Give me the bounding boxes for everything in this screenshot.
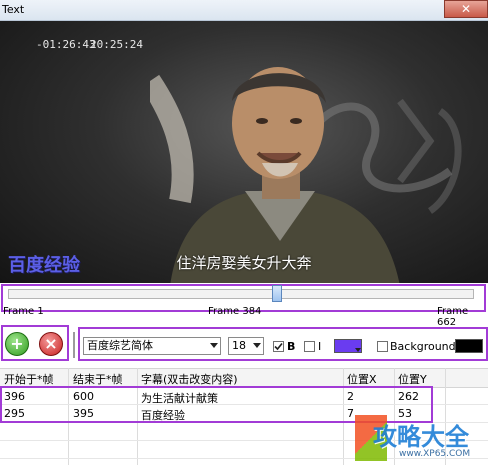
window-title: Text: [2, 3, 25, 16]
add-subtitle-button[interactable]: +: [5, 332, 29, 356]
toolbar-separator: [73, 332, 75, 358]
column-header-pos-y[interactable]: 位置Y: [398, 371, 427, 387]
frame-start-label: Frame 1: [3, 306, 44, 317]
column-header-pos-x[interactable]: 位置X: [347, 371, 377, 387]
watermark-url: www.XP65.COM: [399, 449, 471, 459]
seek-thumb[interactable]: [272, 285, 283, 302]
timecode-clock: 20:25:24: [90, 38, 143, 51]
font-family-value: 百度综艺简体: [87, 339, 153, 352]
subtitle-table-header: 开始于*帧 结束于*帧 字幕(双击改变内容) 位置X 位置Y: [0, 368, 488, 388]
frame-end-label: Frame 662: [437, 306, 469, 328]
font-family-select[interactable]: 百度综艺简体: [83, 337, 221, 355]
column-header-text[interactable]: 字幕(双击改变内容): [141, 371, 238, 387]
frame-current-label: Frame 384: [208, 306, 262, 317]
seek-track[interactable]: [8, 289, 474, 299]
x-icon: ×: [44, 334, 58, 353]
font-size-value: 18: [232, 339, 246, 352]
watermark-text: 攻略大全: [373, 423, 469, 451]
close-window-button[interactable]: ✕: [444, 0, 488, 18]
column-header-end[interactable]: 结束于*帧: [73, 371, 123, 387]
speaker-figure: [150, 67, 400, 283]
bold-checkbox[interactable]: [273, 341, 284, 352]
timecode-elapsed: -01:26:43: [36, 38, 96, 51]
italic-label: I: [318, 340, 322, 353]
italic-checkbox[interactable]: [304, 341, 315, 352]
chevron-down-icon: [253, 343, 261, 348]
column-header-start[interactable]: 开始于*帧: [4, 371, 54, 387]
watermark: 攻略大全 www.XP65.COM: [355, 409, 488, 465]
delete-subtitle-button[interactable]: ×: [39, 332, 63, 356]
title-bar: Text ✕: [0, 0, 488, 21]
chevron-down-icon: [210, 343, 218, 348]
subtitle-overlay-text: 百度经验: [8, 255, 80, 276]
font-size-select[interactable]: 18: [228, 337, 264, 355]
bold-label: B: [287, 340, 296, 353]
chevron-down-icon: [355, 348, 361, 352]
video-preview: -01:26:43 20:25:24 住洋房娶美女升大奔 百度经验: [0, 21, 488, 283]
background-checkbox[interactable]: [377, 341, 388, 352]
background-label: Background:: [390, 340, 460, 353]
plus-icon: +: [10, 334, 24, 353]
checkmark-icon: [274, 342, 283, 351]
background-color-picker[interactable]: [455, 339, 483, 353]
